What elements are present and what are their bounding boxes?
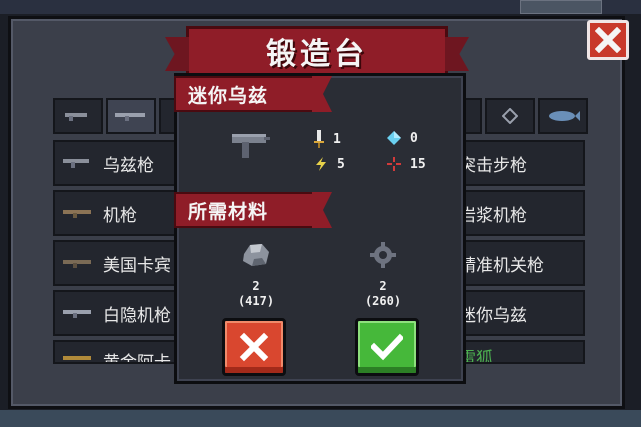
close-icon: [239, 332, 269, 362]
material-2-owned: (260): [364, 294, 402, 308]
uzi-gun-icon: [63, 159, 89, 168]
close-button[interactable]: [587, 20, 629, 60]
stone-ore-icon: [243, 244, 269, 266]
weapon-name: 白隐机枪: [103, 305, 171, 326]
confirm-button[interactable]: [355, 318, 419, 376]
diamond-outline-icon: [502, 108, 518, 124]
crosshair-icon: [387, 157, 401, 171]
stat-energy-value: 0: [410, 130, 418, 146]
pistol-icon: [65, 113, 87, 121]
rifle-icon: [115, 113, 145, 121]
weapon-name: 岩浆机枪: [459, 205, 527, 226]
stat-crit-value: 5: [337, 156, 345, 172]
tab-fish[interactable]: [538, 98, 588, 134]
weapon-name: 迷你乌兹: [459, 305, 527, 326]
material-2-qty: 2: [379, 279, 387, 293]
stat-energy: 0: [386, 130, 418, 146]
weapon-name: 乌兹枪: [103, 155, 154, 176]
weapon-name-ribbon: 迷你乌兹: [174, 76, 314, 112]
weapon-name: 精准机关枪: [459, 255, 544, 276]
materials-ribbon: 所需材料: [174, 192, 314, 228]
carbine-icon: [63, 260, 91, 268]
lightning-icon: [316, 157, 326, 171]
energy-crystal-icon: [387, 131, 401, 145]
material-1-qty: 2: [252, 279, 260, 293]
popup-weapon-name: 迷你乌兹: [188, 84, 269, 107]
stat-crit: 5: [313, 156, 345, 172]
checkmark-icon: [371, 333, 403, 361]
weapon-detail-popup: [174, 73, 466, 384]
tab-special[interactable]: [485, 98, 535, 134]
stat-damage-value: 1: [333, 131, 341, 147]
mini-uzi-icon: [232, 134, 270, 158]
weapon-name: 黄金阿卡: [103, 353, 171, 364]
white-gun-icon: [63, 310, 91, 318]
tab-rifle[interactable]: [106, 98, 156, 134]
forge-title: 锻造台: [266, 37, 368, 72]
cancel-button[interactable]: [222, 318, 286, 376]
weapon-name: 美国卡宾: [103, 255, 171, 276]
stat-spread-value: 15: [410, 156, 426, 172]
gear-part-icon: [370, 242, 396, 268]
machine-gun-icon: [63, 210, 91, 218]
material-1-owned: (417): [237, 294, 275, 308]
stat-damage: 1: [313, 130, 341, 148]
close-icon: [595, 27, 621, 53]
background-tile: [520, 0, 602, 14]
weapon-name: 突击步枪: [459, 155, 527, 176]
stat-spread: 15: [386, 156, 426, 172]
forge-title-banner: 锻造台: [186, 26, 448, 76]
sword-icon: [314, 130, 324, 148]
tab-pistol[interactable]: [53, 98, 103, 134]
weapon-name: 机枪: [103, 205, 137, 226]
golden-ak-icon: [63, 356, 91, 360]
background-floor: [0, 410, 641, 427]
fish-weapon-icon: [549, 111, 580, 121]
materials-title: 所需材料: [188, 200, 269, 223]
